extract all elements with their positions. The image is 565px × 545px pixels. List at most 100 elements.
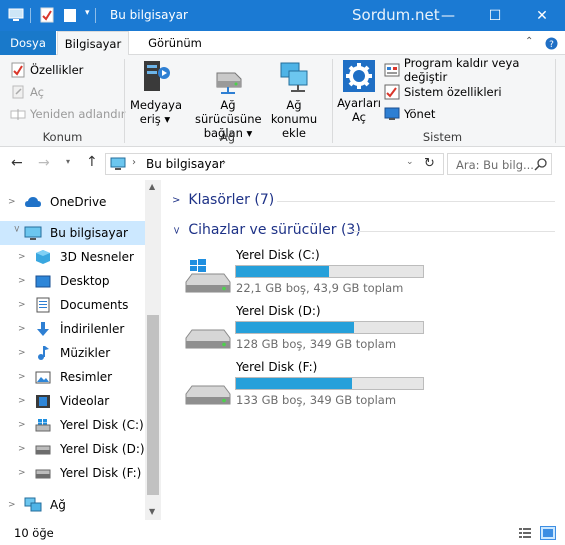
maximize-button[interactable]: ☐	[472, 0, 518, 31]
drive-icon	[34, 441, 52, 457]
drive-usage-bar	[235, 377, 424, 390]
rename-button[interactable]: Yeniden adlandır	[10, 104, 125, 124]
new-folder-qat-icon[interactable]	[63, 8, 77, 23]
nav-item-this-pc[interactable]: > Bu bilgisayar	[0, 221, 145, 245]
collapse-ribbon-icon[interactable]: ⌃	[525, 36, 533, 47]
drive-usage-bar	[235, 265, 424, 278]
properties-qat-icon[interactable]	[40, 7, 54, 23]
network-icon	[24, 497, 42, 513]
ribbon-separator	[124, 59, 125, 143]
nav-item-3d-objects[interactable]: > 3D Nesneler	[0, 245, 145, 269]
back-arrow-icon[interactable]: ←	[11, 155, 23, 171]
map-network-drive-button[interactable]: Ağ sürücüsüne bağlan ▾	[195, 59, 262, 140]
drive-icon	[34, 465, 52, 481]
nav-item-downloads[interactable]: > İndirilenler	[0, 317, 145, 341]
nav-label-documents: Documents	[60, 298, 129, 312]
map-network-drive-label-1: Ağ sürücüsüne	[195, 98, 262, 126]
refresh-icon[interactable]: ↻	[424, 156, 435, 171]
status-bar: 10 öğe	[0, 521, 565, 545]
drive-name: Yerel Disk (C:)	[236, 248, 320, 262]
media-server-icon	[144, 61, 170, 91]
breadcrumb-chevron-icon[interactable]: ›	[222, 157, 226, 168]
open-label: Aç	[30, 85, 44, 99]
group-divider	[277, 201, 555, 202]
nav-item-network[interactable]: > Ağ	[0, 493, 145, 517]
large-icons-view-icon[interactable]	[540, 526, 556, 540]
drive-usage-fill	[236, 378, 352, 389]
nav-item-music[interactable]: > Müzikler	[0, 341, 145, 365]
nav-item-drive-c[interactable]: > Yerel Disk (C:)	[0, 413, 145, 437]
drive-tile-d[interactable]: Yerel Disk (D:) 128 GB boş, 349 GB topla…	[184, 304, 434, 354]
nav-label-this-pc: Bu bilgisayar	[50, 226, 128, 240]
expand-chevron-icon[interactable]: >	[18, 396, 34, 406]
address-bar[interactable]: › Bu bilgisayar › ⌄ ↻	[105, 153, 444, 175]
qat-dropdown-icon[interactable]: ▾	[85, 8, 90, 18]
address-dropdown-icon[interactable]: ⌄	[406, 157, 414, 167]
uninstall-program-button[interactable]: Program kaldır veya değiştir	[384, 56, 565, 84]
search-box[interactable]: Ara: Bu bilg...	[447, 153, 552, 175]
expand-chevron-icon[interactable]: >	[18, 348, 34, 358]
details-view-icon[interactable]	[518, 527, 532, 539]
expand-chevron-icon[interactable]: >	[18, 468, 34, 478]
rename-icon	[10, 109, 26, 120]
devices-group-header[interactable]: > Cihazlar ve sürücüler (3)	[171, 222, 361, 238]
tab-view[interactable]: Görünüm	[139, 31, 211, 55]
nav-item-documents[interactable]: > Documents	[0, 293, 145, 317]
title-bar: ▾ Bu bilgisayar Sordum.net — ☐ ✕	[0, 0, 565, 31]
expand-chevron-icon[interactable]: >	[8, 197, 24, 207]
nav-item-videos[interactable]: > Videolar	[0, 389, 145, 413]
nav-label-network: Ağ	[50, 498, 66, 512]
manage-button[interactable]: Yönet	[384, 104, 435, 124]
title-divider	[30, 8, 31, 23]
expand-chevron-icon[interactable]: >	[18, 372, 34, 382]
scroll-down-icon[interactable]: ▼	[149, 507, 155, 516]
open-button[interactable]: Aç	[10, 82, 44, 102]
pictures-icon	[34, 369, 52, 385]
expand-chevron-icon[interactable]: >	[18, 420, 34, 430]
drive-usage-bar	[235, 321, 424, 334]
collapse-chevron-icon[interactable]: >	[171, 226, 182, 234]
recent-locations-icon[interactable]: ▾	[66, 157, 70, 166]
folders-group-label: Klasörler (7)	[188, 192, 275, 208]
group-divider	[350, 231, 555, 232]
search-icon[interactable]	[534, 157, 548, 171]
close-button[interactable]: ✕	[519, 0, 565, 31]
forward-arrow-icon[interactable]: →	[38, 155, 50, 171]
drive-tile-f[interactable]: Yerel Disk (F:) 133 GB boş, 349 GB topla…	[184, 360, 434, 410]
drive-icon	[185, 329, 231, 349]
add-network-location-button[interactable]: Ağ konumu ekle	[262, 59, 326, 140]
breadcrumb-chevron-icon[interactable]: ›	[132, 157, 136, 168]
system-properties-button[interactable]: Sistem özellikleri	[384, 82, 502, 102]
minimize-button[interactable]: —	[425, 0, 471, 31]
properties-button[interactable]: Özellikler	[10, 60, 83, 80]
desktop-icon	[34, 273, 52, 289]
scroll-thumb[interactable]	[147, 315, 159, 495]
expand-chevron-icon[interactable]: >	[172, 195, 180, 206]
open-settings-button[interactable]: Ayarları Aç	[337, 59, 381, 124]
folders-group-header[interactable]: > Klasörler (7)	[172, 192, 274, 208]
nav-item-desktop[interactable]: > Desktop	[0, 269, 145, 293]
drive-tile-c[interactable]: Yerel Disk (C:) 22,1 GB boş, 43,9 GB top…	[184, 248, 434, 298]
expand-chevron-icon[interactable]: >	[18, 276, 34, 286]
rename-label: Yeniden adlandır	[30, 107, 126, 121]
nav-item-onedrive[interactable]: > OneDrive	[0, 190, 145, 214]
expand-chevron-icon[interactable]: >	[18, 444, 34, 454]
nav-label-onedrive: OneDrive	[50, 195, 107, 209]
tab-computer[interactable]: Bilgisayar	[57, 31, 129, 56]
nav-item-pictures[interactable]: > Resimler	[0, 365, 145, 389]
nav-item-drive-f[interactable]: > Yerel Disk (F:)	[0, 461, 145, 485]
tab-file[interactable]: Dosya	[0, 31, 56, 55]
computer-icon[interactable]	[8, 8, 24, 22]
nav-item-drive-d[interactable]: > Yerel Disk (D:)	[0, 437, 145, 461]
media-access-button[interactable]: Medyaya eriş ▾	[130, 59, 182, 126]
expand-chevron-icon[interactable]: >	[8, 500, 24, 510]
expand-chevron-icon[interactable]: >	[18, 324, 34, 334]
help-icon[interactable]: ?	[545, 37, 558, 50]
up-arrow-icon[interactable]: ↑	[86, 154, 98, 170]
expand-chevron-icon[interactable]: >	[18, 252, 34, 262]
expand-chevron-icon[interactable]: >	[18, 300, 34, 310]
collapse-chevron-icon[interactable]: >	[11, 225, 21, 241]
scroll-up-icon[interactable]: ▲	[149, 182, 155, 191]
breadcrumb-location[interactable]: Bu bilgisayar	[146, 157, 224, 171]
nav-scrollbar[interactable]: ▲ ▼	[145, 180, 161, 520]
